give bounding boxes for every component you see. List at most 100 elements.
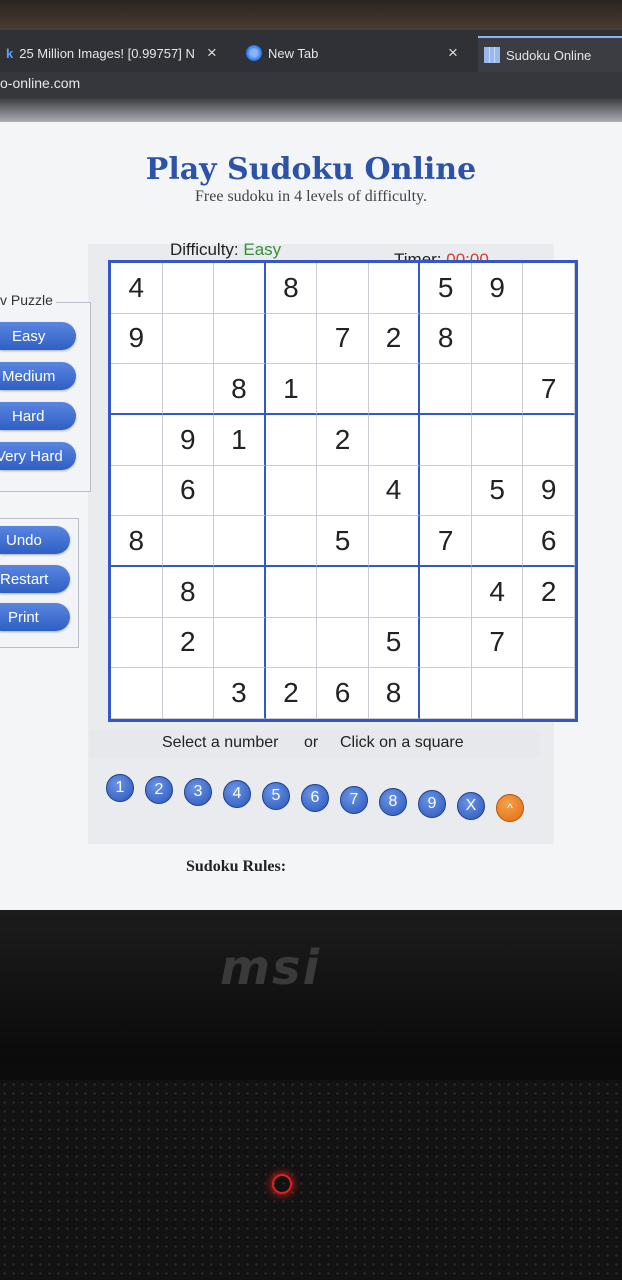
number-button[interactable]: 3 bbox=[184, 778, 212, 806]
grid-cell[interactable]: 4 bbox=[471, 567, 524, 618]
grid-cell[interactable]: 9 bbox=[471, 263, 524, 314]
clear-number-button[interactable]: X bbox=[457, 792, 485, 820]
tab-new-tab[interactable]: New Tab bbox=[246, 36, 396, 70]
grid-cell[interactable]: 2 bbox=[162, 617, 215, 669]
grid-cell[interactable]: 7 bbox=[471, 617, 524, 669]
number-button[interactable]: 4 bbox=[223, 780, 251, 808]
grid-cell[interactable] bbox=[420, 415, 472, 466]
grid-cell[interactable]: 8 bbox=[111, 516, 163, 567]
collapse-button[interactable]: ^ bbox=[496, 794, 524, 822]
number-button[interactable]: 8 bbox=[379, 788, 407, 816]
grid-cell[interactable] bbox=[111, 668, 163, 719]
grid-cell[interactable] bbox=[420, 668, 472, 719]
grid-cell[interactable]: 1 bbox=[265, 364, 318, 415]
grid-cell[interactable] bbox=[111, 364, 163, 415]
grid-cell[interactable] bbox=[111, 567, 163, 618]
grid-cell[interactable] bbox=[471, 516, 524, 567]
grid-cell[interactable]: 8 bbox=[162, 567, 215, 618]
grid-cell[interactable]: 5 bbox=[420, 263, 472, 314]
grid-cell[interactable] bbox=[420, 465, 472, 517]
grid-cell[interactable] bbox=[265, 516, 318, 567]
grid-cell[interactable]: 9 bbox=[162, 415, 215, 466]
grid-cell[interactable] bbox=[317, 617, 369, 669]
grid-cell[interactable] bbox=[368, 567, 421, 618]
grid-cell[interactable]: 6 bbox=[162, 465, 215, 517]
grid-cell[interactable] bbox=[471, 415, 524, 466]
grid-cell[interactable] bbox=[420, 567, 472, 618]
grid-cell[interactable] bbox=[214, 263, 266, 314]
grid-cell[interactable] bbox=[471, 668, 524, 719]
grid-cell[interactable]: 5 bbox=[471, 465, 524, 517]
grid-cell[interactable] bbox=[317, 465, 369, 517]
grid-cell[interactable] bbox=[523, 617, 575, 669]
grid-cell[interactable] bbox=[368, 263, 421, 314]
close-tab-icon[interactable]: × bbox=[207, 43, 217, 63]
grid-cell[interactable] bbox=[523, 263, 575, 314]
grid-cell[interactable]: 2 bbox=[317, 415, 369, 466]
grid-cell[interactable] bbox=[471, 313, 524, 365]
grid-cell[interactable] bbox=[368, 415, 421, 466]
grid-cell[interactable] bbox=[265, 415, 318, 466]
grid-cell[interactable] bbox=[111, 465, 163, 517]
grid-cell[interactable] bbox=[368, 364, 421, 415]
grid-cell[interactable] bbox=[265, 617, 318, 669]
grid-cell[interactable]: 7 bbox=[523, 364, 575, 415]
grid-cell[interactable]: 6 bbox=[523, 516, 575, 567]
grid-cell[interactable] bbox=[214, 465, 266, 517]
number-button[interactable]: 5 bbox=[262, 782, 290, 810]
grid-cell[interactable]: 4 bbox=[368, 465, 421, 517]
grid-cell[interactable] bbox=[317, 364, 369, 415]
restart-button[interactable]: Restart bbox=[0, 565, 70, 593]
medium-button[interactable]: Medium bbox=[0, 362, 76, 390]
very-hard-button[interactable]: Very Hard bbox=[0, 442, 76, 470]
number-button[interactable]: 9 bbox=[418, 790, 446, 818]
grid-cell[interactable]: 9 bbox=[523, 465, 575, 517]
grid-cell[interactable]: 8 bbox=[420, 313, 472, 365]
grid-cell[interactable] bbox=[111, 415, 163, 466]
grid-cell[interactable] bbox=[214, 516, 266, 567]
undo-button[interactable]: Undo bbox=[0, 526, 70, 554]
grid-cell[interactable]: 8 bbox=[368, 668, 421, 719]
grid-cell[interactable]: 2 bbox=[265, 668, 318, 719]
grid-cell[interactable] bbox=[368, 516, 421, 567]
address-bar[interactable]: o-online.com bbox=[0, 72, 622, 98]
grid-cell[interactable]: 4 bbox=[111, 263, 163, 314]
grid-cell[interactable] bbox=[523, 415, 575, 466]
grid-cell[interactable]: 2 bbox=[523, 567, 575, 618]
grid-cell[interactable] bbox=[214, 567, 266, 618]
number-button[interactable]: 2 bbox=[145, 776, 173, 804]
grid-cell[interactable]: 1 bbox=[214, 415, 266, 466]
grid-cell[interactable] bbox=[162, 668, 215, 719]
grid-cell[interactable] bbox=[162, 263, 215, 314]
number-button[interactable]: 7 bbox=[340, 786, 368, 814]
grid-cell[interactable] bbox=[162, 364, 215, 415]
number-button[interactable]: 6 bbox=[301, 784, 329, 812]
grid-cell[interactable] bbox=[420, 364, 472, 415]
grid-cell[interactable]: 8 bbox=[265, 263, 318, 314]
grid-cell[interactable] bbox=[317, 567, 369, 618]
grid-cell[interactable] bbox=[162, 516, 215, 567]
easy-button[interactable]: Easy bbox=[0, 322, 76, 350]
grid-cell[interactable]: 5 bbox=[368, 617, 421, 669]
grid-cell[interactable]: 3 bbox=[214, 668, 266, 719]
tab-images[interactable]: k 25 Million Images! [0.99757] N × bbox=[6, 36, 231, 70]
tab-sudoku-online[interactable]: Sudoku Online bbox=[478, 36, 622, 72]
grid-cell[interactable] bbox=[317, 263, 369, 314]
grid-cell[interactable] bbox=[265, 465, 318, 517]
grid-cell[interactable] bbox=[523, 313, 575, 365]
grid-cell[interactable] bbox=[265, 567, 318, 618]
close-tab-icon[interactable]: × bbox=[448, 36, 468, 70]
print-button[interactable]: Print bbox=[0, 603, 70, 631]
hard-button[interactable]: Hard bbox=[0, 402, 76, 430]
grid-cell[interactable]: 7 bbox=[317, 313, 369, 365]
grid-cell[interactable] bbox=[214, 617, 266, 669]
grid-cell[interactable]: 6 bbox=[317, 668, 369, 719]
number-button[interactable]: 1 bbox=[106, 774, 134, 802]
grid-cell[interactable] bbox=[523, 668, 575, 719]
grid-cell[interactable]: 7 bbox=[420, 516, 472, 567]
grid-cell[interactable]: 2 bbox=[368, 313, 421, 365]
grid-cell[interactable]: 9 bbox=[111, 313, 163, 365]
grid-cell[interactable]: 8 bbox=[214, 364, 266, 415]
grid-cell[interactable]: 5 bbox=[317, 516, 369, 567]
grid-cell[interactable] bbox=[420, 617, 472, 669]
